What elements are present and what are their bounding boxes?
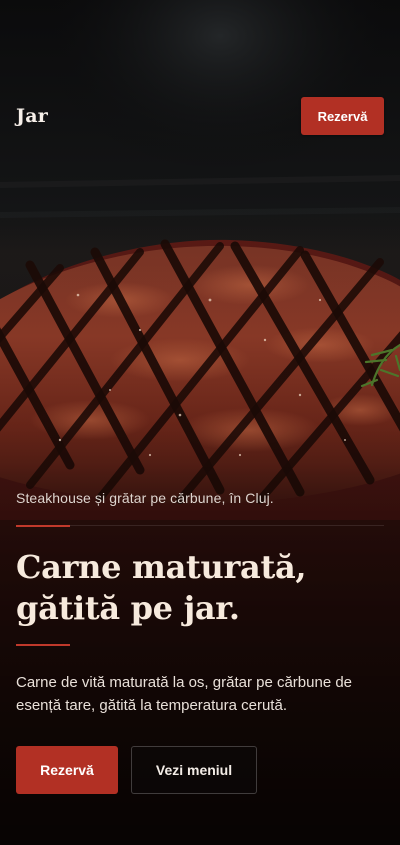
- hero-tagline: Steakhouse și grătar pe cărbune, în Cluj…: [16, 490, 274, 506]
- headline-accent-divider: [16, 644, 70, 646]
- reserve-button[interactable]: Rezervă: [16, 745, 118, 794]
- brand-logo-text[interactable]: Jar: [16, 105, 48, 127]
- hero-headline: Carne maturată, gătită pe jar.: [16, 547, 384, 629]
- headline-line-2: gătită pe jar.: [16, 589, 240, 627]
- hero-content: Steakhouse și grătar pe cărbune, în Cluj…: [16, 490, 384, 794]
- view-menu-button[interactable]: Vezi meniul: [131, 745, 257, 794]
- hero-section: Jar Rezervă Steakhouse și grătar pe cărb…: [0, 0, 400, 845]
- hero-actions: Rezervă Vezi meniul: [16, 745, 384, 794]
- tagline-divider: [16, 525, 384, 527]
- hero-description: Carne de vită maturată la os, grătar pe …: [16, 673, 353, 714]
- headline-line-1: Carne maturată,: [16, 548, 307, 586]
- header-reserve-button[interactable]: Rezervă: [301, 97, 384, 135]
- top-navigation: Jar Rezervă: [0, 96, 400, 136]
